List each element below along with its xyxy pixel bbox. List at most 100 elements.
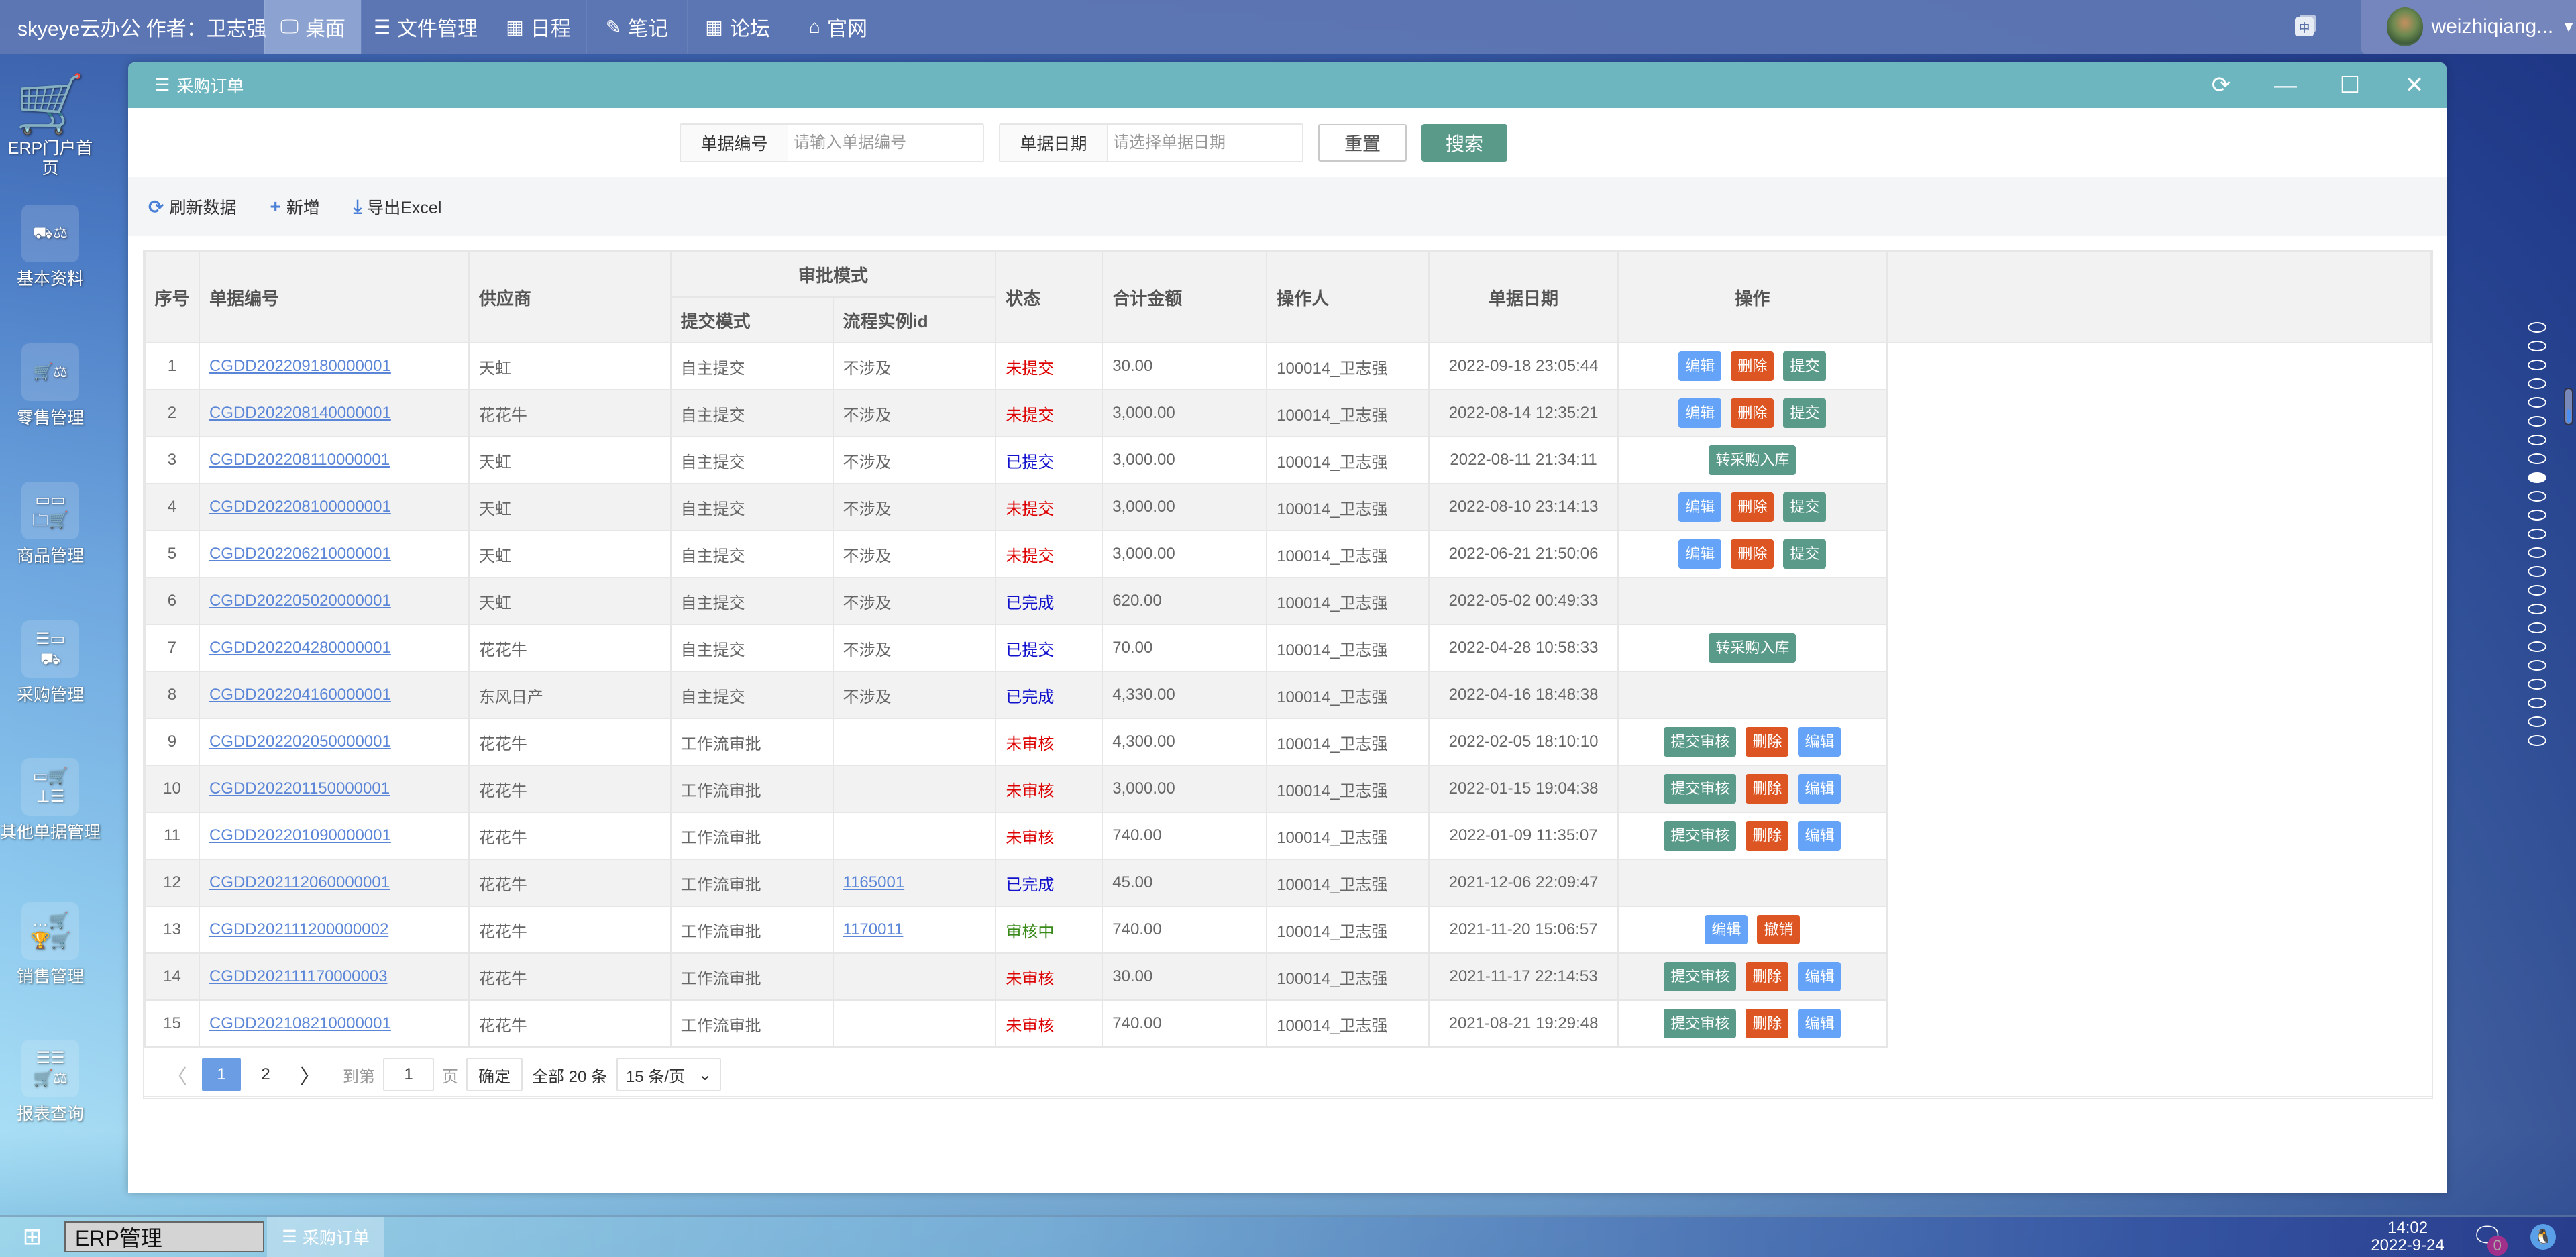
sidebar-item-purchase[interactable]: ☰▭ ⛟ 采购管理 — [0, 620, 101, 705]
sidebar-item-retail[interactable]: 🛒⚖ 零售管理 — [0, 343, 101, 428]
page-1-button[interactable]: 1 — [202, 1058, 241, 1091]
order-no-link[interactable]: CGDD202208140000001 — [209, 404, 391, 422]
volume-slider[interactable] — [2564, 388, 2573, 425]
order-no-link[interactable]: CGDD202201150000001 — [209, 779, 390, 798]
refresh-data-button[interactable]: ⟳ 刷新数据 — [148, 195, 236, 219]
erp-menu-button[interactable]: ERP管理 — [64, 1221, 264, 1252]
edit-button[interactable]: 编辑 — [1798, 1009, 1841, 1038]
order-no-link[interactable]: CGDD202205020000001 — [209, 592, 391, 610]
order-no-link[interactable]: CGDD202108210000001 — [209, 1014, 391, 1032]
page-dot[interactable] — [2528, 735, 2546, 746]
prev-page-button[interactable]: 〈 — [158, 1058, 197, 1091]
refresh-window-button[interactable]: ⟳ — [2189, 62, 2253, 108]
delete-button[interactable]: 删除 — [1731, 398, 1774, 428]
order-no-link[interactable]: CGDD202112060000001 — [209, 873, 390, 891]
delete-button[interactable]: 删除 — [1731, 492, 1774, 522]
submit-review-button[interactable]: 提交审核 — [1664, 1009, 1737, 1038]
submit-review-button[interactable]: 提交审核 — [1664, 962, 1737, 991]
delete-button[interactable]: 删除 — [1731, 351, 1774, 381]
minimize-button[interactable]: — — [2253, 62, 2318, 108]
page-dot[interactable] — [2528, 660, 2546, 671]
order-no-link[interactable]: CGDD202208100000001 — [209, 498, 391, 516]
page-dot[interactable] — [2528, 566, 2546, 577]
order-date-input[interactable] — [1108, 124, 1302, 161]
qq-icon[interactable]: 🐧 — [2530, 1224, 2556, 1250]
page-dot[interactable] — [2528, 547, 2546, 558]
order-no-link[interactable]: CGDD202208110000001 — [209, 451, 390, 469]
page-dot[interactable] — [2528, 679, 2546, 690]
page-dot[interactable] — [2528, 585, 2546, 596]
edit-button[interactable]: 编辑 — [1678, 492, 1722, 522]
search-button[interactable]: 搜索 — [1421, 123, 1507, 162]
order-no-link[interactable]: CGDD202201090000001 — [209, 826, 391, 844]
delete-button[interactable]: 删除 — [1746, 1009, 1789, 1038]
page-2-button[interactable]: 2 — [246, 1058, 285, 1091]
start-button[interactable]: ⊞ — [0, 1223, 64, 1250]
window-titlebar[interactable]: ☰ 采购订单 ⟳ — ☐ ✕ — [128, 62, 2447, 108]
submit-button[interactable]: 提交 — [1783, 492, 1827, 522]
process-id-link[interactable]: 1165001 — [843, 873, 905, 891]
messages-button[interactable]: 🗨 0 — [2471, 1222, 2508, 1256]
next-page-button[interactable]: 〉 — [290, 1058, 329, 1091]
sidebar-item-sales[interactable]: …🛒 🏆🛒 销售管理 — [0, 902, 101, 987]
order-no-link[interactable]: CGDD202202050000001 — [209, 732, 391, 751]
page-dot[interactable] — [2528, 698, 2546, 708]
delete-button[interactable]: 删除 — [1746, 821, 1789, 851]
sidebar-item-reports[interactable]: ☰☰ 🛒⚖ 报表查询 — [0, 1040, 101, 1124]
submit-button[interactable]: 提交 — [1783, 539, 1827, 569]
edit-button[interactable]: 编辑 — [1678, 351, 1722, 381]
page-dot[interactable] — [2528, 322, 2546, 333]
page-dot[interactable] — [2528, 472, 2546, 483]
order-no-link[interactable]: CGDD202111200000002 — [209, 920, 388, 938]
nav-schedule[interactable]: ▦ 日程 — [490, 0, 586, 54]
page-size-select[interactable]: 15 条/页 ⌄ — [616, 1058, 722, 1091]
nav-forum[interactable]: ▦ 论坛 — [687, 0, 788, 54]
nav-file-manager[interactable]: ☰ 文件管理 — [361, 0, 490, 54]
edit-button[interactable]: 编辑 — [1798, 821, 1841, 851]
delete-button[interactable]: 删除 — [1731, 539, 1774, 569]
sidebar-item-basic-data[interactable]: ⛟⚖ 基本资料 — [0, 205, 101, 289]
page-dot[interactable] — [2528, 435, 2546, 445]
edit-button[interactable]: 编辑 — [1678, 539, 1722, 569]
delete-button[interactable]: 删除 — [1746, 962, 1789, 991]
order-no-link[interactable]: CGDD202204160000001 — [209, 686, 391, 704]
delete-button[interactable]: 删除 — [1746, 727, 1789, 757]
reset-button[interactable]: 重置 — [1318, 123, 1407, 162]
submit-review-button[interactable]: 提交审核 — [1664, 727, 1737, 757]
sidebar-item-other-docs[interactable]: ▭🛒 ⊥☰ 其他单据管理 — [0, 758, 101, 842]
submit-review-button[interactable]: 提交审核 — [1664, 821, 1737, 851]
edit-button[interactable]: 编辑 — [1798, 962, 1841, 991]
export-excel-button[interactable]: ⤓ 导出Excel — [354, 195, 442, 219]
page-dot[interactable] — [2528, 604, 2546, 614]
page-dot[interactable] — [2528, 716, 2546, 727]
submit-button[interactable]: 提交 — [1783, 398, 1827, 428]
page-dot[interactable] — [2528, 622, 2546, 633]
page-dot[interactable] — [2528, 397, 2546, 408]
goto-confirm-button[interactable]: 确定 — [466, 1058, 523, 1091]
taskbar-window-purchase-order[interactable]: ☰ 采购订单 — [267, 1217, 384, 1257]
add-button[interactable]: + 新增 — [270, 195, 319, 219]
order-no-input[interactable] — [788, 124, 983, 161]
page-dot[interactable] — [2528, 641, 2546, 652]
delete-button[interactable]: 删除 — [1746, 774, 1789, 804]
close-button[interactable]: ✕ — [2382, 62, 2447, 108]
page-dot[interactable] — [2528, 378, 2546, 389]
order-no-link[interactable]: CGDD202204280000001 — [209, 639, 391, 657]
user-menu[interactable]: weizhiqiang... ▼ — [2361, 0, 2576, 54]
page-dot[interactable] — [2528, 491, 2546, 502]
edit-button[interactable]: 编辑 — [1705, 915, 1748, 944]
order-no-link[interactable]: CGDD202206210000001 — [209, 545, 391, 563]
nav-notes[interactable]: ✎ 笔记 — [586, 0, 687, 54]
convert-to-inbound-button[interactable]: 转采购入库 — [1709, 445, 1796, 475]
goto-page-input[interactable] — [383, 1058, 434, 1091]
sidebar-item-goods[interactable]: ▭▭ 🗀🛒 商品管理 — [0, 482, 101, 566]
page-dot[interactable] — [2528, 360, 2546, 370]
nav-desktop[interactable]: 🖵 桌面 — [264, 0, 361, 54]
submit-button[interactable]: 提交 — [1783, 351, 1827, 381]
order-no-link[interactable]: CGDD202111170000003 — [209, 967, 388, 985]
convert-to-inbound-button[interactable]: 转采购入库 — [1709, 633, 1796, 663]
order-no-link[interactable]: CGDD202209180000001 — [209, 357, 391, 375]
sidebar-item-erp-home[interactable]: 🛒 ERP门户首页 — [0, 74, 101, 178]
nav-official-site[interactable]: ⌂ 官网 — [788, 0, 888, 54]
ime-toggle[interactable]: 中 — [2247, 0, 2361, 54]
